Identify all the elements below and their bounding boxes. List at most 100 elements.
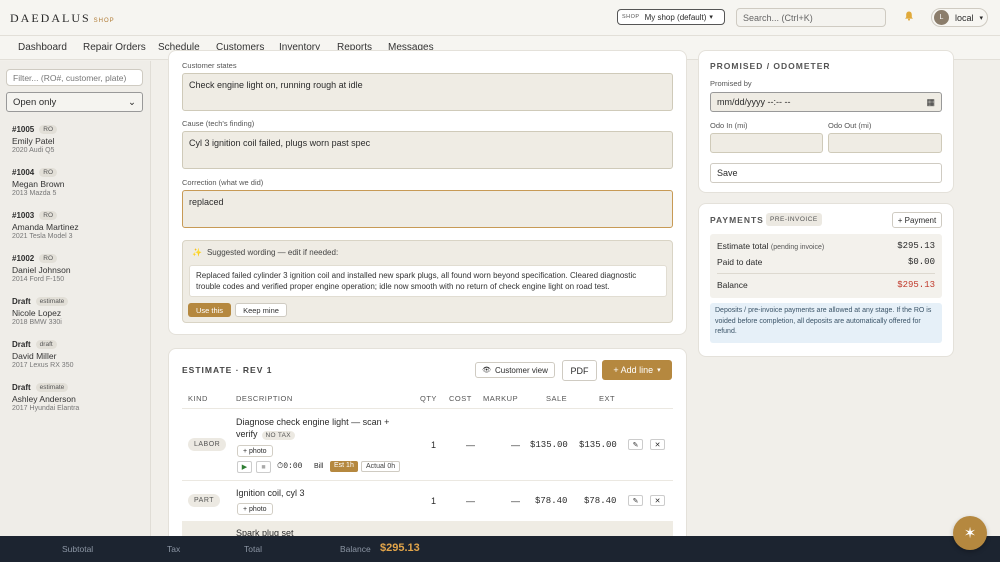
pdf-button[interactable]: PDF	[562, 360, 597, 381]
play-icon[interactable]: ▶	[237, 461, 252, 473]
timer-value: 0:00	[283, 462, 303, 471]
line-markup[interactable]: —	[511, 440, 520, 450]
assistant-fab[interactable]: ✶	[953, 516, 987, 550]
estimate-title: ESTIMATE · REV 1	[182, 365, 273, 375]
ro-vehicle: 2014 Ford F-150	[12, 276, 65, 283]
status-select[interactable]: Open only ⌄	[6, 92, 143, 112]
cause-field[interactable]: Cyl 3 ignition coil failed, plugs worn p…	[182, 131, 673, 169]
col-ext: EXT	[599, 394, 616, 403]
line-qty[interactable]: 1	[431, 440, 436, 450]
promised-label: Promised by	[710, 79, 752, 88]
line-cost[interactable]: —	[466, 440, 475, 450]
add-photo-button[interactable]: + photo	[237, 503, 273, 515]
shop-tag: SHOP	[622, 14, 640, 20]
estimate-total-row: Estimate total (pending invoice) $295.13	[717, 241, 935, 251]
ro-customer: Daniel Johnson	[12, 265, 71, 275]
user-menu[interactable]: L local ▾	[931, 8, 988, 27]
line-sale: $78.40	[535, 496, 568, 506]
status-value: Open only	[13, 97, 57, 108]
ro-list-item[interactable]: Draft draft David Miller 2017 Lexus RX 35…	[12, 340, 142, 369]
actual-hours-toggle[interactable]: Actual 0h	[361, 461, 401, 472]
no-tax-badge: NO TAX	[261, 431, 295, 440]
col-kind: KIND	[188, 394, 208, 403]
ro-badge: RO	[39, 125, 57, 134]
chevron-down-icon: ▾	[709, 14, 713, 21]
brand-logo[interactable]: DAEDALUS SHOP	[10, 11, 115, 26]
stop-icon[interactable]: ■	[256, 461, 271, 473]
ro-number: Draft	[12, 383, 31, 392]
cause-label: Cause (tech's finding)	[182, 119, 255, 128]
use-this-button[interactable]: Use this	[188, 303, 231, 317]
ro-number: Draft	[12, 297, 31, 306]
suggestion-heading: Suggested wording — edit if needed:	[206, 248, 339, 257]
est-hours-toggle[interactable]: Est 1h	[330, 461, 358, 472]
top-bar: DAEDALUS SHOP SHOP My shop (default) ▾ Se…	[0, 0, 1000, 36]
odo-out-input[interactable]	[828, 133, 942, 153]
search-input[interactable]: Search... (Ctrl+K)	[736, 8, 886, 27]
subtotal-label: Subtotal	[62, 544, 94, 554]
chevron-down-icon: ⌄	[128, 97, 136, 108]
save-button[interactable]: Save	[710, 163, 942, 183]
promised-title: PROMISED / ODOMETER	[710, 61, 831, 71]
ro-badge: RO	[39, 254, 57, 263]
customer-states-field[interactable]: Check engine light on, running rough at …	[182, 73, 673, 111]
ro-customer: Emily Patel	[12, 136, 55, 146]
customer-view-label: Customer view	[494, 365, 548, 375]
add-payment-button[interactable]: + Payment	[892, 212, 942, 228]
bill-label: Bill	[314, 463, 324, 470]
edit-icon[interactable]: ✎	[628, 495, 643, 506]
sparkle-icon: ✶	[963, 525, 977, 542]
estimate-total-value: $295.13	[897, 241, 935, 251]
avatar: L	[934, 10, 949, 25]
ro-number: #1002	[12, 254, 35, 263]
customer-view-button[interactable]: 👁 Customer view	[475, 362, 555, 378]
ro-badge: RO	[39, 211, 57, 220]
correction-field[interactable]: replaced	[182, 190, 673, 228]
odo-out-label: Odo Out (mi)	[828, 121, 872, 130]
paid-label: Paid to date	[717, 257, 763, 267]
add-line-label: + Add line	[613, 365, 654, 375]
paid-row: Paid to date $0.00	[717, 257, 935, 267]
promised-datetime-input[interactable]: mm/dd/yyyy --:-- -- ▦	[710, 92, 942, 112]
line-description[interactable]: Diagnose check engine light — scan + ver…	[236, 416, 416, 442]
suggestion-text[interactable]: Replaced failed cylinder 3 ignition coil…	[189, 265, 667, 297]
line-qty[interactable]: 1	[431, 496, 436, 506]
balance-label: Balance	[340, 544, 371, 554]
kind-badge: PART	[188, 494, 221, 507]
nav-dashboard[interactable]: Dashboard	[18, 42, 67, 53]
divider	[717, 273, 935, 274]
ro-list-item[interactable]: #1002 RO Daniel Johnson 2014 Ford F-150	[12, 254, 142, 283]
ro-list-item[interactable]: #1004 RO Megan Brown 2013 Mazda 5	[12, 168, 142, 197]
brand-sub: SHOP	[93, 18, 115, 24]
ro-list-item[interactable]: Draft estimate Nicole Lopez 2018 BMW 330i	[12, 297, 142, 326]
shop-value: My shop (default)	[644, 12, 707, 22]
odo-in-input[interactable]	[710, 133, 823, 153]
add-photo-button[interactable]: + photo	[237, 445, 273, 457]
ro-list-item[interactable]: #1003 RO Amanda Martinez 2021 Tesla Model…	[12, 211, 142, 240]
edit-icon[interactable]: ✎	[628, 439, 643, 450]
estimate-total-label: Estimate total	[717, 241, 769, 251]
ro-list-item[interactable]: Draft estimate Ashley Anderson 2017 Hyund…	[12, 383, 142, 412]
nav-repair-orders[interactable]: Repair Orders	[83, 42, 146, 53]
ro-badge: estimate	[35, 297, 69, 306]
line-description[interactable]: Ignition coil, cyl 3	[236, 488, 305, 498]
balance-label: Balance	[717, 280, 748, 290]
keep-mine-button[interactable]: Keep mine	[235, 303, 287, 317]
shop-select[interactable]: SHOP My shop (default) ▾	[617, 9, 725, 25]
line-markup[interactable]: —	[511, 496, 520, 506]
ro-badge: RO	[39, 168, 57, 177]
ro-list-item[interactable]: #1005 RO Emily Patel 2020 Audi Q5	[12, 125, 142, 154]
line-ext: $135.00	[579, 440, 617, 450]
line-timer: ⏱0:00	[277, 462, 302, 471]
close-icon[interactable]: ✕	[650, 495, 665, 506]
add-line-button[interactable]: + Add line ▾	[602, 360, 672, 380]
filter-input[interactable]: Filter... (RO#, customer, plate)	[6, 69, 143, 86]
bell-icon[interactable]	[904, 11, 914, 21]
close-icon[interactable]: ✕	[650, 439, 665, 450]
col-sale: SALE	[546, 394, 568, 403]
paid-value: $0.00	[907, 257, 935, 267]
chevron-down-icon: ▾	[979, 14, 984, 22]
line-cost[interactable]: —	[466, 496, 475, 506]
divider	[182, 408, 673, 409]
line-ext: $78.40	[584, 496, 617, 506]
